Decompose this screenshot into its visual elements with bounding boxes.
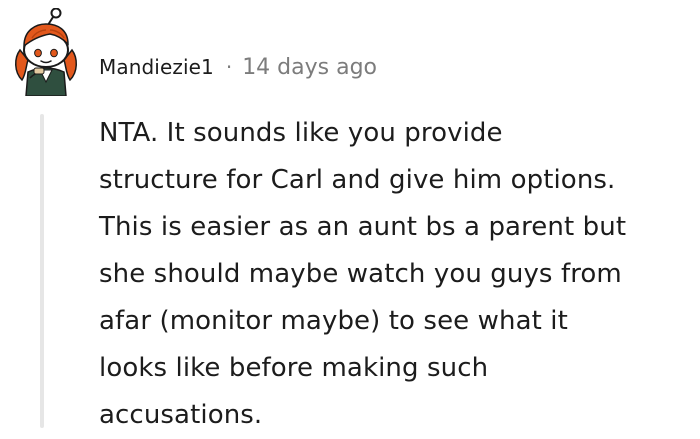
comment-body-line: structure for Carl and give him options. xyxy=(99,165,616,195)
comment-body-line: looks like before making such xyxy=(99,353,489,383)
comment: Mandiezie1 · 14 days ago NTA. It sounds … xyxy=(0,0,700,430)
username-link[interactable]: Mandiezie1 xyxy=(99,55,214,79)
comment-header: Mandiezie1 · 14 days ago xyxy=(99,50,377,84)
comment-body-line: afar (monitor maybe) to see what it xyxy=(99,306,568,336)
thread-line[interactable] xyxy=(40,114,44,428)
comment-body-line: NTA. It sounds like you provide xyxy=(99,118,503,148)
snoo-avatar-icon[interactable] xyxy=(10,8,82,96)
meta-separator: · xyxy=(225,55,233,79)
comment-body-line: This is easier as an aunt bs a parent bu… xyxy=(99,212,627,242)
comment-body-line: she should maybe watch you guys from xyxy=(99,259,622,289)
comment-body: NTA. It sounds like you provide structur… xyxy=(99,110,689,439)
comment-timestamp[interactable]: 14 days ago xyxy=(242,55,377,80)
comment-body-line: accusations. xyxy=(99,400,263,430)
